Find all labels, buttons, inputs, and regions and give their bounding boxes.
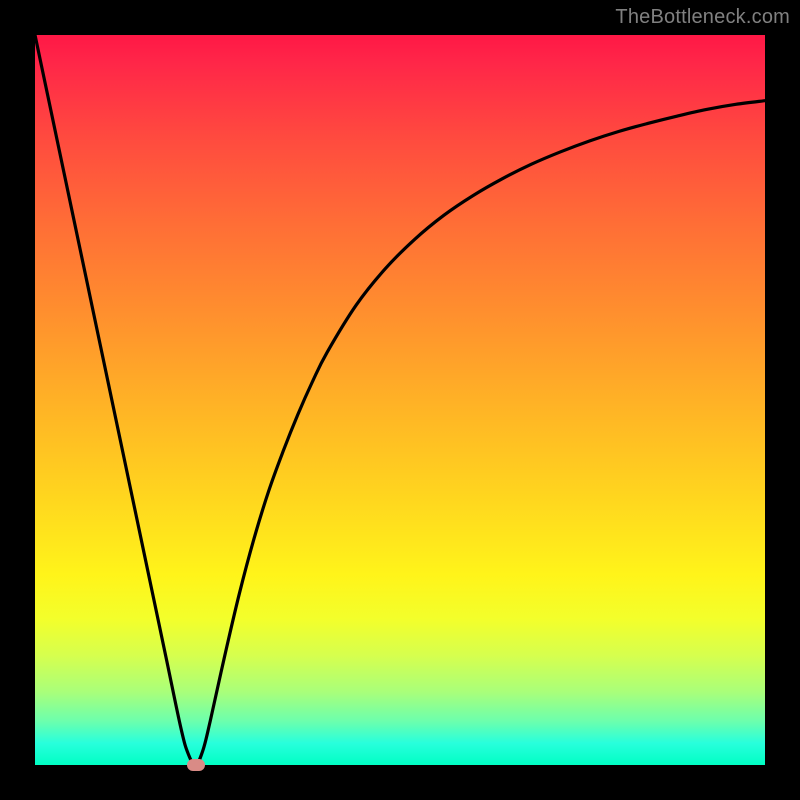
plot-area: [35, 35, 765, 765]
curve-svg: [35, 35, 765, 765]
optimal-point-marker: [187, 759, 205, 771]
chart-frame: TheBottleneck.com: [0, 0, 800, 800]
bottleneck-curve: [35, 35, 765, 765]
watermark-label: TheBottleneck.com: [615, 6, 790, 29]
